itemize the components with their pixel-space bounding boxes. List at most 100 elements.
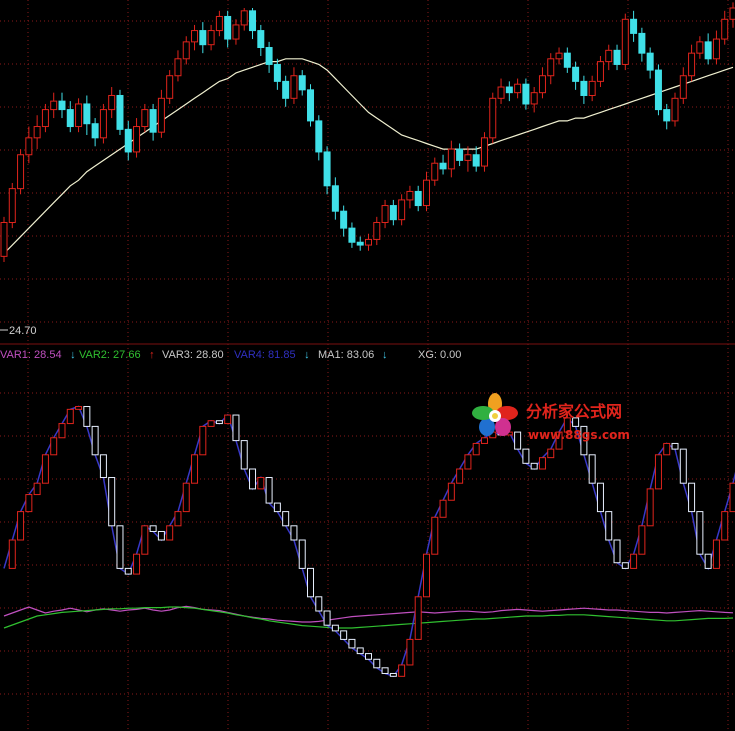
legend-item-var1: VAR1: 28.54 ↓ [0, 349, 76, 361]
var4-bar-down [315, 596, 323, 612]
arrow-down-icon: ↓ [304, 349, 310, 361]
candle-body [572, 66, 580, 82]
candle [630, 10, 638, 42]
candle [721, 10, 729, 45]
candle [663, 103, 671, 130]
candle [75, 98, 83, 133]
candle [232, 19, 240, 45]
var4-bar-up [33, 482, 41, 496]
legend-item-var2: VAR2: 27.66 ↑ [79, 349, 155, 361]
var4-bar-down [613, 539, 621, 564]
var4-bar-down [116, 525, 124, 569]
candle [157, 89, 165, 138]
candle [207, 24, 215, 51]
candle [41, 103, 49, 133]
candle-body [66, 109, 74, 128]
var4-bar-down [522, 448, 530, 464]
var4-bar-down [307, 567, 315, 598]
candle [58, 92, 66, 119]
candle-body [58, 100, 66, 111]
candle [505, 81, 513, 102]
candle-body [671, 97, 679, 122]
candle-body [704, 41, 712, 60]
candle-body [232, 24, 240, 40]
candle [398, 194, 406, 226]
candle [538, 67, 546, 99]
candle-body [224, 15, 232, 40]
candle-body [414, 190, 422, 207]
candle-body [265, 47, 273, 65]
candle-body [538, 75, 546, 94]
candle-body [721, 18, 729, 40]
candle-body [108, 94, 116, 111]
candle-body [356, 241, 364, 246]
candle [166, 70, 174, 104]
var4-bar-up [630, 553, 638, 569]
candle [124, 120, 132, 161]
candle-body [157, 97, 165, 133]
candle-body [712, 38, 720, 60]
candle-body [522, 83, 530, 105]
candle-body [555, 52, 563, 60]
candle-body [472, 154, 480, 167]
candle-body [605, 49, 613, 63]
candle-body [514, 83, 522, 94]
var4-bar-down [356, 647, 364, 655]
ma-line-path [3, 58, 734, 254]
var4-bar-down [149, 525, 157, 532]
var4-bar-up [538, 457, 546, 470]
candle-body [50, 100, 58, 111]
candle-body [630, 18, 638, 34]
var4-bar-up [133, 553, 141, 575]
legend-item-var3: VAR3: 28.80 [162, 349, 224, 361]
candle [563, 47, 571, 73]
candle [422, 171, 430, 212]
candle-body [663, 109, 671, 122]
candle [530, 87, 538, 113]
var4-bar-down [365, 653, 372, 660]
var4-bar-up [439, 499, 447, 518]
candle [249, 8, 257, 40]
var4-bar-up [721, 511, 729, 541]
candle [596, 55, 604, 88]
var4-bar-up [58, 423, 66, 439]
var4-bar-down [290, 525, 298, 541]
var4-bar-up [207, 420, 215, 427]
candle-body [580, 80, 588, 96]
arrow-up-icon: ↑ [149, 349, 155, 361]
candle-body [191, 30, 199, 43]
candle [99, 103, 107, 144]
candle [729, 2, 735, 28]
var4-bar-down [157, 530, 165, 541]
candle-body [439, 162, 447, 170]
candle-body [83, 103, 91, 125]
var4-bar-up [398, 664, 406, 677]
candle [414, 185, 422, 212]
candle [174, 50, 182, 82]
candle [365, 233, 372, 251]
var4-bar-down [215, 420, 223, 425]
candle-body [406, 190, 414, 201]
candle [497, 78, 505, 104]
legend-label: MA1: 83.06 [318, 349, 374, 361]
candle [555, 47, 563, 65]
var4-bar-down [621, 562, 629, 569]
var4-bar-down [265, 477, 273, 504]
legend-label: VAR3: 28.80 [162, 349, 224, 361]
candle [472, 146, 480, 172]
var4-bar-down [232, 414, 240, 442]
candle [671, 92, 679, 127]
var4-bar-up [406, 638, 414, 666]
var4-bar-up [638, 525, 646, 555]
candle-body [340, 210, 348, 229]
candle [646, 47, 654, 79]
var4-bar-down [273, 502, 281, 513]
candle [696, 36, 704, 59]
var4-bar-down [588, 454, 596, 484]
var4-bar-up [8, 539, 16, 569]
candle [257, 24, 265, 56]
candle-body [398, 199, 406, 221]
candle [431, 157, 439, 186]
var4-bar-up [447, 482, 455, 501]
candle [489, 92, 497, 144]
